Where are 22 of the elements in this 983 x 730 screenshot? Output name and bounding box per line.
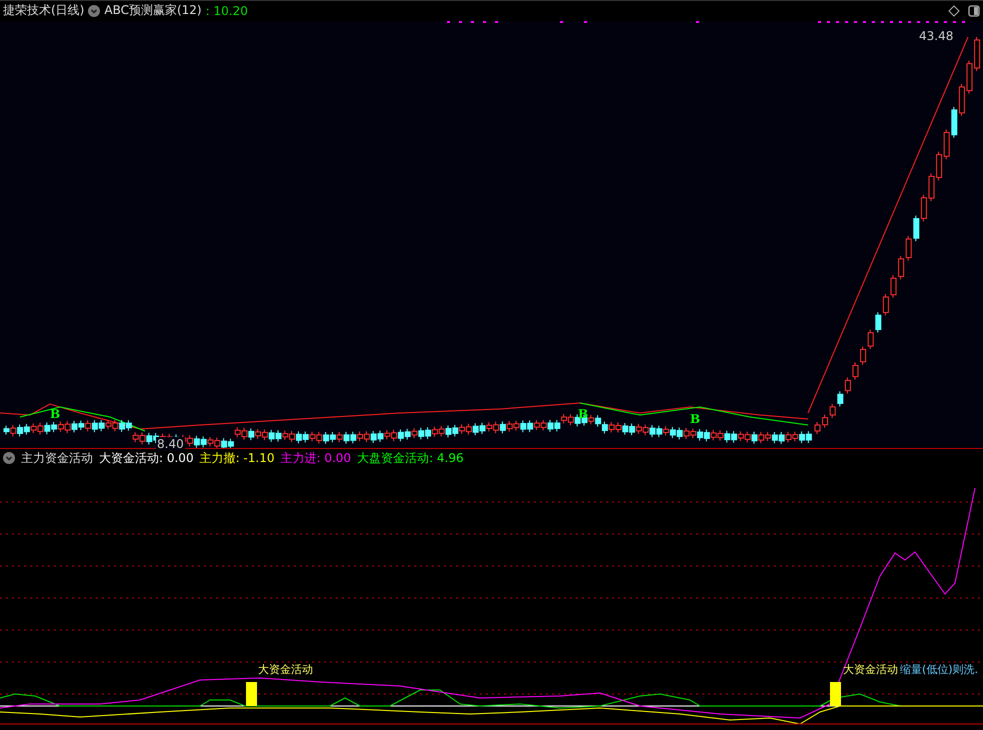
indicator-reading: 主力撤: -1.10: [200, 450, 274, 467]
indicator-name: ABC预测赢家(12): [104, 2, 202, 20]
indicator-reading: 主力进: 0.00: [280, 450, 352, 467]
chart-annotation: 大资金活动: [843, 662, 898, 677]
window-restore-icon[interactable]: [968, 4, 980, 17]
chart-annotation: 缩量(低位)则洗.: [900, 662, 978, 677]
price-label: 43.48: [918, 28, 954, 42]
dropdown-icon[interactable]: [88, 4, 100, 17]
price-label: 8.40: [156, 436, 185, 450]
sub-chart-title: 主力资金活动: [21, 450, 93, 467]
chart-annotation: 大资金活动: [258, 662, 313, 677]
indicator-reading: 大资金活动: 0.00: [99, 450, 194, 467]
dropdown-icon[interactable]: [3, 452, 15, 464]
chart-title: 捷荣技术(日线): [3, 2, 84, 20]
diamond-icon[interactable]: [948, 4, 960, 17]
indicator-reading: 大盘资金活动: 4.96: [357, 450, 464, 467]
indicator-value: : 10.20: [206, 4, 248, 18]
buy-signal-mark: B: [50, 406, 60, 420]
buy-signal-mark: B: [690, 412, 700, 426]
buy-signal-mark: B: [578, 406, 588, 420]
fund-activity-bar: [246, 682, 257, 706]
fund-activity-bar: [830, 682, 841, 706]
